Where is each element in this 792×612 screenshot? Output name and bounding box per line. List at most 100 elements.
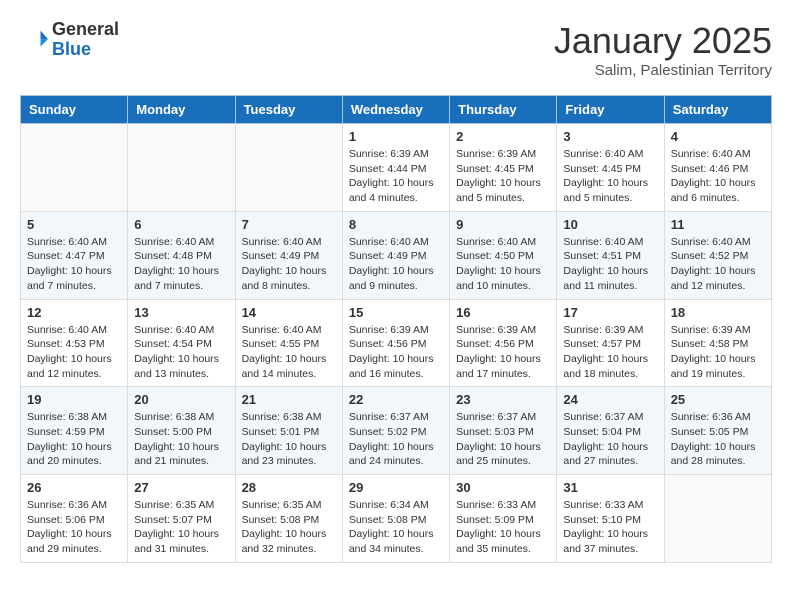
- day-number: 21: [242, 392, 336, 407]
- day-info: Sunrise: 6:38 AM Sunset: 5:01 PM Dayligh…: [242, 410, 336, 469]
- day-info: Sunrise: 6:34 AM Sunset: 5:08 PM Dayligh…: [349, 498, 443, 557]
- logo-icon: [20, 26, 48, 54]
- day-info: Sunrise: 6:36 AM Sunset: 5:06 PM Dayligh…: [27, 498, 121, 557]
- day-info: Sunrise: 6:39 AM Sunset: 4:56 PM Dayligh…: [349, 323, 443, 382]
- logo-blue: Blue: [52, 40, 119, 60]
- day-number: 18: [671, 305, 765, 320]
- day-number: 1: [349, 129, 443, 144]
- day-info: Sunrise: 6:40 AM Sunset: 4:53 PM Dayligh…: [27, 323, 121, 382]
- day-info: Sunrise: 6:37 AM Sunset: 5:02 PM Dayligh…: [349, 410, 443, 469]
- calendar-cell: 31 Sunrise: 6:33 AM Sunset: 5:10 PM Dayli…: [557, 475, 664, 563]
- day-number: 26: [27, 480, 121, 495]
- day-info: Sunrise: 6:40 AM Sunset: 4:52 PM Dayligh…: [671, 235, 765, 294]
- calendar-cell: 29Sunrise: 6:34 AM Sunset: 5:08 PM Dayli…: [342, 475, 449, 563]
- day-info: Sunrise: 6:37 AM Sunset: 5:04 PM Dayligh…: [563, 410, 657, 469]
- day-info: Sunrise: 6:40 AM Sunset: 4:55 PM Dayligh…: [242, 323, 336, 382]
- calendar-table: SundayMondayTuesdayWednesdayThursdayFrid…: [20, 95, 772, 563]
- calendar-cell: 19 Sunrise: 6:38 AM Sunset: 4:59 PM Dayli…: [21, 387, 128, 475]
- calendar-cell: 16 Sunrise: 6:39 AM Sunset: 4:56 PM Dayli…: [450, 299, 557, 387]
- day-number: 19: [27, 392, 121, 407]
- calendar-cell: 12 Sunrise: 6:40 AM Sunset: 4:53 PM Dayli…: [21, 299, 128, 387]
- calendar-cell: [128, 124, 235, 212]
- day-info: Sunrise: 6:40 AM Sunset: 4:54 PM Dayligh…: [134, 323, 228, 382]
- day-number: 3: [563, 129, 657, 144]
- day-info: Sunrise: 6:39 AM Sunset: 4:58 PM Dayligh…: [671, 323, 765, 382]
- day-number: 27: [134, 480, 228, 495]
- calendar-cell: 24 Sunrise: 6:37 AM Sunset: 5:04 PM Dayli…: [557, 387, 664, 475]
- day-number: 7: [242, 217, 336, 232]
- column-header-wednesday: Wednesday: [342, 96, 449, 124]
- day-number: 31: [563, 480, 657, 495]
- day-info: Sunrise: 6:35 AM Sunset: 5:08 PM Dayligh…: [242, 498, 336, 557]
- calendar-cell: 30Sunrise: 6:33 AM Sunset: 5:09 PM Dayli…: [450, 475, 557, 563]
- day-info: Sunrise: 6:40 AM Sunset: 4:49 PM Dayligh…: [242, 235, 336, 294]
- calendar-week-row: 26 Sunrise: 6:36 AM Sunset: 5:06 PM Dayli…: [21, 475, 772, 563]
- day-info: Sunrise: 6:38 AM Sunset: 4:59 PM Dayligh…: [27, 410, 121, 469]
- calendar-cell: 7 Sunrise: 6:40 AM Sunset: 4:49 PM Daylig…: [235, 211, 342, 299]
- calendar-cell: 9Sunrise: 6:40 AM Sunset: 4:50 PM Daylig…: [450, 211, 557, 299]
- day-number: 6: [134, 217, 228, 232]
- day-number: 5: [27, 217, 121, 232]
- calendar-cell: [664, 475, 771, 563]
- calendar-cell: 21 Sunrise: 6:38 AM Sunset: 5:01 PM Dayli…: [235, 387, 342, 475]
- logo-general: General: [52, 20, 119, 40]
- page-header: General Blue January 2025 Salim, Palesti…: [20, 20, 772, 79]
- day-info: Sunrise: 6:40 AM Sunset: 4:49 PM Dayligh…: [349, 235, 443, 294]
- day-number: 17: [563, 305, 657, 320]
- location: Salim, Palestinian Territory: [554, 62, 772, 79]
- calendar-cell: 13 Sunrise: 6:40 AM Sunset: 4:54 PM Dayli…: [128, 299, 235, 387]
- calendar-cell: 5Sunrise: 6:40 AM Sunset: 4:47 PM Daylig…: [21, 211, 128, 299]
- calendar-cell: 18 Sunrise: 6:39 AM Sunset: 4:58 PM Dayli…: [664, 299, 771, 387]
- month-title: January 2025: [554, 20, 772, 62]
- day-number: 12: [27, 305, 121, 320]
- calendar-cell: 8 Sunrise: 6:40 AM Sunset: 4:49 PM Daylig…: [342, 211, 449, 299]
- day-info: Sunrise: 6:33 AM Sunset: 5:10 PM Dayligh…: [563, 498, 657, 557]
- calendar-cell: [235, 124, 342, 212]
- calendar-week-row: 1 Sunrise: 6:39 AM Sunset: 4:44 PM Daylig…: [21, 124, 772, 212]
- calendar-cell: 11 Sunrise: 6:40 AM Sunset: 4:52 PM Dayli…: [664, 211, 771, 299]
- day-number: 24: [563, 392, 657, 407]
- calendar-cell: 23 Sunrise: 6:37 AM Sunset: 5:03 PM Dayli…: [450, 387, 557, 475]
- calendar-header-row: SundayMondayTuesdayWednesdayThursdayFrid…: [21, 96, 772, 124]
- logo: General Blue: [20, 20, 119, 60]
- day-info: Sunrise: 6:37 AM Sunset: 5:03 PM Dayligh…: [456, 410, 550, 469]
- day-number: 22: [349, 392, 443, 407]
- day-number: 11: [671, 217, 765, 232]
- column-header-monday: Monday: [128, 96, 235, 124]
- title-area: January 2025 Salim, Palestinian Territor…: [554, 20, 772, 79]
- day-number: 23: [456, 392, 550, 407]
- calendar-week-row: 19 Sunrise: 6:38 AM Sunset: 4:59 PM Dayli…: [21, 387, 772, 475]
- day-info: Sunrise: 6:36 AM Sunset: 5:05 PM Dayligh…: [671, 410, 765, 469]
- calendar-cell: 6 Sunrise: 6:40 AM Sunset: 4:48 PM Daylig…: [128, 211, 235, 299]
- column-header-sunday: Sunday: [21, 96, 128, 124]
- day-number: 20: [134, 392, 228, 407]
- day-number: 15: [349, 305, 443, 320]
- calendar-cell: 27 Sunrise: 6:35 AM Sunset: 5:07 PM Dayli…: [128, 475, 235, 563]
- column-header-thursday: Thursday: [450, 96, 557, 124]
- day-number: 8: [349, 217, 443, 232]
- day-info: Sunrise: 6:38 AM Sunset: 5:00 PM Dayligh…: [134, 410, 228, 469]
- day-info: Sunrise: 6:35 AM Sunset: 5:07 PM Dayligh…: [134, 498, 228, 557]
- column-header-friday: Friday: [557, 96, 664, 124]
- day-info: Sunrise: 6:40 AM Sunset: 4:50 PM Dayligh…: [456, 235, 550, 294]
- calendar-cell: 20 Sunrise: 6:38 AM Sunset: 5:00 PM Dayli…: [128, 387, 235, 475]
- day-info: Sunrise: 6:39 AM Sunset: 4:56 PM Dayligh…: [456, 323, 550, 382]
- day-number: 30: [456, 480, 550, 495]
- day-info: Sunrise: 6:40 AM Sunset: 4:46 PM Dayligh…: [671, 147, 765, 206]
- day-info: Sunrise: 6:40 AM Sunset: 4:45 PM Dayligh…: [563, 147, 657, 206]
- day-info: Sunrise: 6:39 AM Sunset: 4:45 PM Dayligh…: [456, 147, 550, 206]
- day-number: 2: [456, 129, 550, 144]
- calendar-cell: 26 Sunrise: 6:36 AM Sunset: 5:06 PM Dayli…: [21, 475, 128, 563]
- calendar-cell: [21, 124, 128, 212]
- day-number: 28: [242, 480, 336, 495]
- day-number: 16: [456, 305, 550, 320]
- calendar-cell: 1 Sunrise: 6:39 AM Sunset: 4:44 PM Daylig…: [342, 124, 449, 212]
- day-info: Sunrise: 6:40 AM Sunset: 4:48 PM Dayligh…: [134, 235, 228, 294]
- calendar-cell: 25Sunrise: 6:36 AM Sunset: 5:05 PM Dayli…: [664, 387, 771, 475]
- column-header-tuesday: Tuesday: [235, 96, 342, 124]
- calendar-cell: 10Sunrise: 6:40 AM Sunset: 4:51 PM Dayli…: [557, 211, 664, 299]
- day-number: 13: [134, 305, 228, 320]
- day-info: Sunrise: 6:39 AM Sunset: 4:44 PM Dayligh…: [349, 147, 443, 206]
- column-header-saturday: Saturday: [664, 96, 771, 124]
- calendar-cell: 2 Sunrise: 6:39 AM Sunset: 4:45 PM Daylig…: [450, 124, 557, 212]
